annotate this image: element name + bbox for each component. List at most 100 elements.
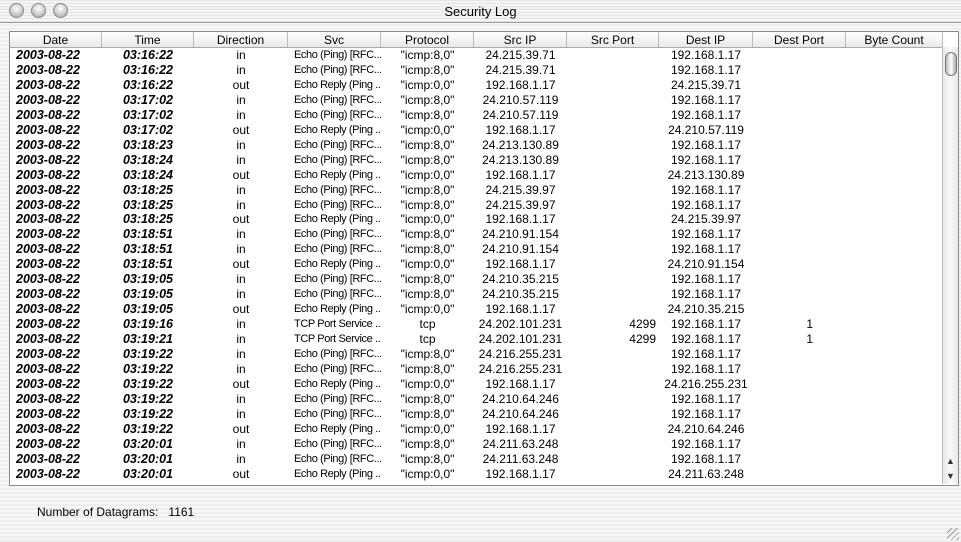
table-row[interactable]: 2003-08-22 03:16:22 in Echo (Ping) [RFC... "… bbox=[10, 63, 943, 78]
table-row[interactable]: 2003-08-22 03:19:16 in TCP Port Service ...… bbox=[10, 317, 943, 332]
cell-protocol: "icmp:8,0" bbox=[400, 92, 455, 107]
table-row[interactable]: 2003-08-22 03:19:22 in Echo (Ping) [RFC... "… bbox=[10, 347, 943, 362]
cell-byte-count bbox=[846, 452, 943, 467]
resize-grip-icon[interactable] bbox=[947, 528, 959, 540]
scroll-down-arrow-icon[interactable]: ▼ bbox=[943, 469, 958, 483]
cell-date: 2003-08-22 bbox=[16, 466, 80, 481]
cell-src-port bbox=[567, 123, 659, 138]
cell-svc: Echo (Ping) [RFC... bbox=[294, 348, 381, 360]
cell-date: 2003-08-22 bbox=[16, 227, 80, 242]
table-row[interactable]: 2003-08-22 03:20:01 in Echo (Ping) [RFC... "… bbox=[10, 437, 943, 452]
cell-date: 2003-08-22 bbox=[16, 62, 80, 77]
cell-time: 03:19:22 bbox=[122, 391, 174, 406]
cell-direction: in bbox=[236, 436, 246, 451]
table-row[interactable]: 2003-08-22 03:20:01 out Echo Reply (Ping ..… bbox=[10, 467, 943, 482]
cell-svc: Echo Reply (Ping ... bbox=[294, 467, 381, 480]
cell-time: 03:18:51 bbox=[122, 227, 174, 242]
table-row[interactable]: 2003-08-22 03:17:02 out Echo Reply (Ping ..… bbox=[10, 123, 943, 138]
cell-protocol: "icmp:0,0" bbox=[400, 302, 455, 317]
table-row[interactable]: 2003-08-22 03:18:24 out Echo Reply (Ping ..… bbox=[10, 168, 943, 183]
column-header-dest-port[interactable]: Dest Port bbox=[753, 32, 846, 47]
cell-svc: Echo (Ping) [RFC... bbox=[294, 288, 381, 301]
table-row[interactable]: 2003-08-22 03:18:51 in Echo (Ping) [RFC... "… bbox=[10, 227, 943, 242]
column-header-dest-ip[interactable]: Dest IP bbox=[659, 32, 753, 47]
table-row[interactable]: 2003-08-22 03:16:22 out Echo Reply (Ping ..… bbox=[10, 78, 943, 93]
column-header-direction[interactable]: Direction bbox=[194, 32, 288, 47]
table-row[interactable]: 2003-08-22 03:18:25 in Echo (Ping) [RFC... "… bbox=[10, 198, 943, 213]
column-header-date[interactable]: Date bbox=[10, 32, 102, 47]
table-row[interactable]: 2003-08-22 03:19:22 out Echo Reply (Ping ..… bbox=[10, 377, 943, 392]
cell-byte-count bbox=[846, 108, 943, 123]
cell-src-ip: 24.213.130.89 bbox=[482, 137, 559, 152]
cell-src-ip: 192.168.1.17 bbox=[485, 257, 556, 272]
cell-dest-port bbox=[753, 452, 846, 467]
cell-dest-ip: 192.168.1.17 bbox=[670, 391, 742, 406]
cell-src-ip: 192.168.1.17 bbox=[485, 122, 556, 137]
table-row[interactable]: 2003-08-22 03:19:05 in Echo (Ping) [RFC... "… bbox=[10, 272, 943, 287]
cell-dest-ip: 192.168.1.17 bbox=[670, 197, 742, 212]
scroll-thumb[interactable] bbox=[945, 52, 957, 76]
scroll-up-arrow-icon[interactable]: ▲ bbox=[943, 454, 958, 468]
table-row[interactable]: 2003-08-22 03:17:02 in Echo (Ping) [RFC... "… bbox=[10, 108, 943, 123]
cell-protocol: "icmp:8,0" bbox=[400, 272, 455, 287]
cell-date: 2003-08-22 bbox=[16, 436, 80, 451]
cell-time: 03:19:05 bbox=[122, 302, 174, 317]
cell-dest-port bbox=[753, 198, 846, 213]
table-row[interactable]: 2003-08-22 03:19:22 in Echo (Ping) [RFC... "… bbox=[10, 392, 943, 407]
cell-dest-ip: 24.213.130.89 bbox=[667, 167, 745, 182]
column-header-protocol[interactable]: Protocol bbox=[381, 32, 474, 47]
table-row[interactable]: 2003-08-22 03:18:51 out Echo Reply (Ping ..… bbox=[10, 257, 943, 272]
cell-byte-count bbox=[846, 332, 943, 347]
cell-byte-count bbox=[846, 138, 943, 153]
column-header-byte-count[interactable]: Byte Count bbox=[846, 32, 943, 47]
column-header-time[interactable]: Time bbox=[102, 32, 194, 47]
cell-date: 2003-08-22 bbox=[16, 272, 80, 287]
cell-dest-ip: 192.168.1.17 bbox=[670, 317, 742, 332]
cell-src-port bbox=[567, 198, 659, 213]
cell-svc: Echo Reply (Ping ... bbox=[294, 258, 381, 271]
cell-time: 03:19:22 bbox=[122, 406, 174, 421]
table-row[interactable]: 2003-08-22 03:19:21 in TCP Port Service ...… bbox=[10, 332, 943, 347]
cell-src-port bbox=[567, 227, 659, 242]
cell-time: 03:18:25 bbox=[122, 197, 174, 212]
table-row[interactable]: 2003-08-22 03:19:22 in Echo (Ping) [RFC... "… bbox=[10, 362, 943, 377]
cell-src-ip: 24.215.39.71 bbox=[485, 62, 556, 77]
table-row[interactable]: 2003-08-22 03:17:02 in Echo (Ping) [RFC... "… bbox=[10, 93, 943, 108]
table-row[interactable]: 2003-08-22 03:19:22 in Echo (Ping) [RFC... "… bbox=[10, 407, 943, 422]
cell-dest-ip: 192.168.1.17 bbox=[670, 242, 742, 257]
table-row[interactable]: 2003-08-22 03:18:24 in Echo (Ping) [RFC... "… bbox=[10, 153, 943, 168]
cell-direction: in bbox=[236, 242, 246, 257]
cell-time: 03:16:22 bbox=[122, 77, 174, 92]
table-row[interactable]: 2003-08-22 03:18:23 in Echo (Ping) [RFC... "… bbox=[10, 138, 943, 153]
cell-date: 2003-08-22 bbox=[16, 451, 80, 466]
column-header-svc[interactable]: Svc bbox=[288, 32, 381, 47]
cell-src-port bbox=[567, 407, 659, 422]
cell-direction: in bbox=[236, 317, 246, 332]
column-header-src-port[interactable]: Src Port bbox=[567, 32, 659, 47]
cell-byte-count bbox=[846, 93, 943, 108]
cell-time: 03:18:23 bbox=[122, 137, 174, 152]
column-header-src-ip[interactable]: Src IP bbox=[474, 32, 567, 47]
table-row[interactable]: 2003-08-22 03:20:01 in Echo (Ping) [RFC... "… bbox=[10, 452, 943, 467]
cell-dest-port bbox=[753, 392, 846, 407]
table-row[interactable]: 2003-08-22 03:19:05 in Echo (Ping) [RFC... "… bbox=[10, 287, 943, 302]
table-row[interactable]: 2003-08-22 03:19:05 out Echo Reply (Ping ..… bbox=[10, 302, 943, 317]
cell-byte-count bbox=[846, 437, 943, 452]
cell-src-port bbox=[567, 257, 659, 272]
vertical-scrollbar[interactable]: ▲ ▼ bbox=[942, 47, 958, 484]
cell-src-ip: 192.168.1.17 bbox=[485, 212, 556, 227]
table-row[interactable]: 2003-08-22 03:16:22 in Echo (Ping) [RFC... "… bbox=[10, 48, 943, 63]
table-row[interactable]: 2003-08-22 03:18:25 out Echo Reply (Ping ..… bbox=[10, 212, 943, 227]
cell-time: 03:19:22 bbox=[122, 376, 174, 391]
cell-svc: Echo (Ping) [RFC... bbox=[294, 138, 381, 151]
table-row[interactable]: 2003-08-22 03:18:25 in Echo (Ping) [RFC... "… bbox=[10, 183, 943, 198]
table-row[interactable]: 2003-08-22 03:19:22 out Echo Reply (Ping ..… bbox=[10, 422, 943, 437]
cell-date: 2003-08-22 bbox=[16, 421, 80, 436]
cell-byte-count bbox=[846, 242, 943, 257]
cell-src-port bbox=[567, 168, 659, 183]
table-row[interactable]: 2003-08-22 03:18:51 in Echo (Ping) [RFC... "… bbox=[10, 242, 943, 257]
cell-dest-port bbox=[753, 242, 846, 257]
cell-dest-ip: 24.211.63.248 bbox=[668, 466, 744, 481]
cell-dest-port: 1 bbox=[806, 317, 813, 332]
cell-direction: in bbox=[236, 92, 246, 107]
